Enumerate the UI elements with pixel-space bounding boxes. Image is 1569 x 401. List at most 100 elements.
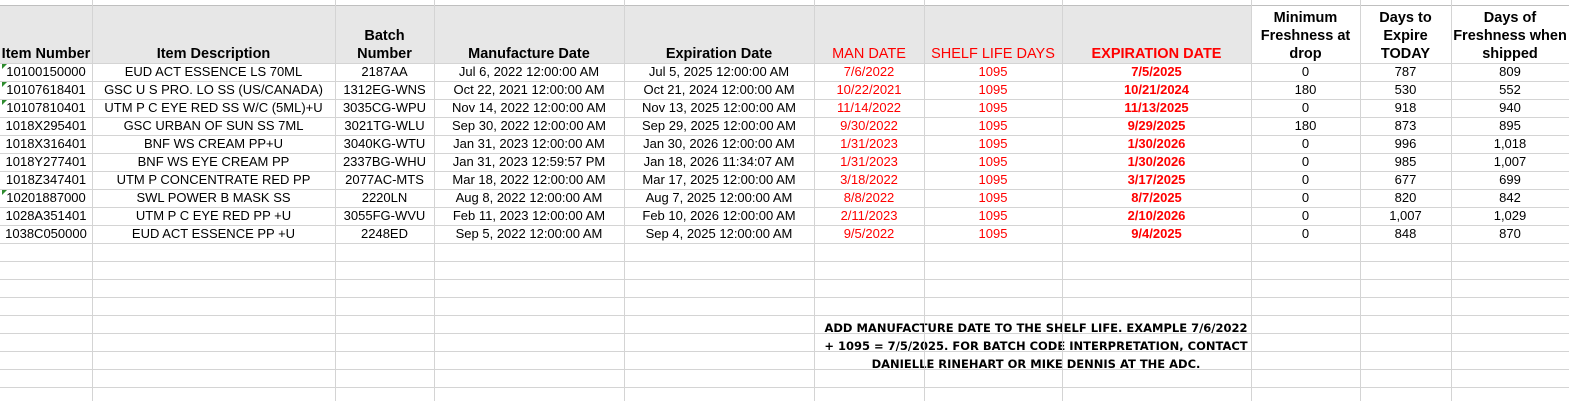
- cell-manufacture-date[interactable]: Jan 31, 2023 12:00:00 AM: [434, 135, 624, 153]
- cell-item-number[interactable]: 10201887000: [0, 189, 92, 207]
- column-header-item-number[interactable]: Item Number: [0, 6, 92, 63]
- cell-days-to-expire[interactable]: 787: [1360, 63, 1451, 81]
- cell-min-freshness[interactable]: 180: [1251, 117, 1360, 135]
- cell-shelf-life-days[interactable]: 1095: [924, 171, 1062, 189]
- cell-expiration-date-calc[interactable]: 10/21/2024: [1062, 81, 1251, 99]
- cell-expiration-date[interactable]: Sep 29, 2025 12:00:00 AM: [624, 117, 814, 135]
- cell-days-to-expire[interactable]: 677: [1360, 171, 1451, 189]
- cell-batch-number[interactable]: 2077AC-MTS: [335, 171, 434, 189]
- column-header-item-description[interactable]: Item Description: [92, 6, 335, 63]
- cell-min-freshness[interactable]: 0: [1251, 207, 1360, 225]
- column-header-man-date[interactable]: MAN DATE: [814, 6, 924, 63]
- cell-item-description[interactable]: EUD ACT ESSENCE LS 70ML: [92, 63, 335, 81]
- cell-item-description[interactable]: GSC U S PRO. LO SS (US/CANADA): [92, 81, 335, 99]
- cell-item-number[interactable]: 10107810401: [0, 99, 92, 117]
- cell-expiration-date[interactable]: Sep 4, 2025 12:00:00 AM: [624, 225, 814, 243]
- cell-item-number[interactable]: 1018Y277401: [0, 153, 92, 171]
- cell-man-date[interactable]: 8/8/2022: [814, 189, 924, 207]
- cell-days-freshness[interactable]: 895: [1451, 117, 1569, 135]
- cell-days-freshness[interactable]: 809: [1451, 63, 1569, 81]
- cell-days-to-expire[interactable]: 985: [1360, 153, 1451, 171]
- cell-expiration-date-calc[interactable]: 11/13/2025: [1062, 99, 1251, 117]
- cell-shelf-life-days[interactable]: 1095: [924, 225, 1062, 243]
- cell-item-number[interactable]: 10107618401: [0, 81, 92, 99]
- cell-shelf-life-days[interactable]: 1095: [924, 117, 1062, 135]
- cell-expiration-date-calc[interactable]: 9/29/2025: [1062, 117, 1251, 135]
- cell-expiration-date-calc[interactable]: 1/30/2026: [1062, 135, 1251, 153]
- column-header-manufacture-date[interactable]: Manufacture Date: [434, 6, 624, 63]
- cell-shelf-life-days[interactable]: 1095: [924, 135, 1062, 153]
- cell-batch-number[interactable]: 2337BG-WHU: [335, 153, 434, 171]
- cell-expiration-date-calc[interactable]: 1/30/2026: [1062, 153, 1251, 171]
- cell-manufacture-date[interactable]: Aug 8, 2022 12:00:00 AM: [434, 189, 624, 207]
- cell-shelf-life-days[interactable]: 1095: [924, 207, 1062, 225]
- cell-item-description[interactable]: BNF WS EYE CREAM PP: [92, 153, 335, 171]
- cell-manufacture-date[interactable]: Nov 14, 2022 12:00:00 AM: [434, 99, 624, 117]
- cell-min-freshness[interactable]: 0: [1251, 225, 1360, 243]
- cell-expiration-date-calc[interactable]: 8/7/2025: [1062, 189, 1251, 207]
- cell-days-freshness[interactable]: 940: [1451, 99, 1569, 117]
- cell-min-freshness[interactable]: 0: [1251, 99, 1360, 117]
- cell-days-freshness[interactable]: 552: [1451, 81, 1569, 99]
- cell-shelf-life-days[interactable]: 1095: [924, 99, 1062, 117]
- column-header-expiration-date[interactable]: Expiration Date: [624, 6, 814, 63]
- cell-item-number[interactable]: 1018X316401: [0, 135, 92, 153]
- cell-man-date[interactable]: 1/31/2023: [814, 135, 924, 153]
- cell-shelf-life-days[interactable]: 1095: [924, 153, 1062, 171]
- cell-shelf-life-days[interactable]: 1095: [924, 81, 1062, 99]
- cell-man-date[interactable]: 11/14/2022: [814, 99, 924, 117]
- cell-expiration-date-calc[interactable]: 7/5/2025: [1062, 63, 1251, 81]
- cell-batch-number[interactable]: 3035CG-WPU: [335, 99, 434, 117]
- cell-manufacture-date[interactable]: Feb 11, 2023 12:00:00 AM: [434, 207, 624, 225]
- cell-days-freshness[interactable]: 870: [1451, 225, 1569, 243]
- column-header-days-to-expire[interactable]: Days to Expire TODAY: [1360, 6, 1451, 63]
- cell-man-date[interactable]: 2/11/2023: [814, 207, 924, 225]
- cell-min-freshness[interactable]: 0: [1251, 135, 1360, 153]
- cell-item-description[interactable]: UTM P C EYE RED SS W/C (5ML)+U: [92, 99, 335, 117]
- cell-manufacture-date[interactable]: Oct 22, 2021 12:00:00 AM: [434, 81, 624, 99]
- cell-batch-number[interactable]: 3021TG-WLU: [335, 117, 434, 135]
- cell-batch-number[interactable]: 2220LN: [335, 189, 434, 207]
- cell-item-description[interactable]: UTM P CONCENTRATE RED PP: [92, 171, 335, 189]
- shelf-life-note[interactable]: ADD MANUFACTURE DATE TO THE SHELF LIFE. …: [822, 319, 1250, 373]
- cell-expiration-date[interactable]: Oct 21, 2024 12:00:00 AM: [624, 81, 814, 99]
- cell-min-freshness[interactable]: 0: [1251, 153, 1360, 171]
- cell-days-freshness[interactable]: 842: [1451, 189, 1569, 207]
- cell-days-to-expire[interactable]: 918: [1360, 99, 1451, 117]
- cell-days-to-expire[interactable]: 1,007: [1360, 207, 1451, 225]
- cell-expiration-date[interactable]: Mar 17, 2025 12:00:00 AM: [624, 171, 814, 189]
- cell-shelf-life-days[interactable]: 1095: [924, 189, 1062, 207]
- cell-manufacture-date[interactable]: Mar 18, 2022 12:00:00 AM: [434, 171, 624, 189]
- cell-days-to-expire[interactable]: 848: [1360, 225, 1451, 243]
- cell-man-date[interactable]: 1/31/2023: [814, 153, 924, 171]
- cell-expiration-date-calc[interactable]: 3/17/2025: [1062, 171, 1251, 189]
- cell-manufacture-date[interactable]: Jan 31, 2023 12:59:57 PM: [434, 153, 624, 171]
- cell-item-number[interactable]: 1018Z347401: [0, 171, 92, 189]
- cell-item-number[interactable]: 1028A351401: [0, 207, 92, 225]
- cell-days-freshness[interactable]: 1,029: [1451, 207, 1569, 225]
- cell-days-freshness[interactable]: 1,007: [1451, 153, 1569, 171]
- cell-expiration-date-calc[interactable]: 9/4/2025: [1062, 225, 1251, 243]
- cell-item-description[interactable]: EUD ACT ESSENCE PP +U: [92, 225, 335, 243]
- column-header-min-freshness[interactable]: Minimum Freshness at drop: [1251, 6, 1360, 63]
- cell-expiration-date-calc[interactable]: 2/10/2026: [1062, 207, 1251, 225]
- cell-manufacture-date[interactable]: Sep 5, 2022 12:00:00 AM: [434, 225, 624, 243]
- cell-item-number[interactable]: 10100150000: [0, 63, 92, 81]
- cell-expiration-date[interactable]: Nov 13, 2025 12:00:00 AM: [624, 99, 814, 117]
- cell-expiration-date[interactable]: Feb 10, 2026 12:00:00 AM: [624, 207, 814, 225]
- cell-batch-number[interactable]: 1312EG-WNS: [335, 81, 434, 99]
- cell-min-freshness[interactable]: 0: [1251, 189, 1360, 207]
- cell-item-description[interactable]: UTM P C EYE RED PP +U: [92, 207, 335, 225]
- cell-man-date[interactable]: 7/6/2022: [814, 63, 924, 81]
- cell-expiration-date[interactable]: Aug 7, 2025 12:00:00 AM: [624, 189, 814, 207]
- column-header-shelf-life-days[interactable]: SHELF LIFE DAYS: [924, 6, 1062, 63]
- cell-min-freshness[interactable]: 0: [1251, 171, 1360, 189]
- cell-expiration-date[interactable]: Jan 30, 2026 12:00:00 AM: [624, 135, 814, 153]
- cell-days-to-expire[interactable]: 996: [1360, 135, 1451, 153]
- cell-expiration-date[interactable]: Jul 5, 2025 12:00:00 AM: [624, 63, 814, 81]
- cell-item-description[interactable]: GSC URBAN OF SUN SS 7ML: [92, 117, 335, 135]
- cell-batch-number[interactable]: 3055FG-WVU: [335, 207, 434, 225]
- cell-item-number[interactable]: 1018X295401: [0, 117, 92, 135]
- cell-man-date[interactable]: 9/30/2022: [814, 117, 924, 135]
- cell-item-number[interactable]: 1038C050000: [0, 225, 92, 243]
